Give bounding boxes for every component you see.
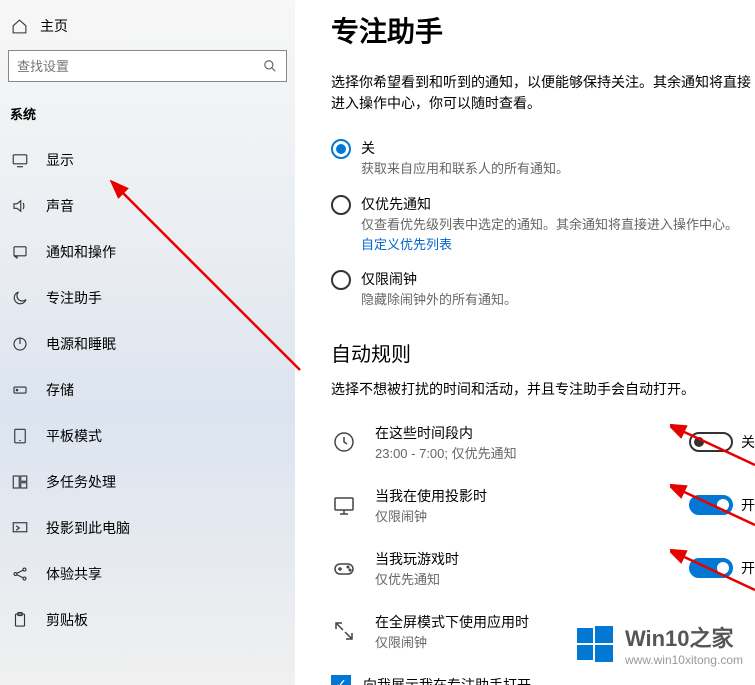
windows-logo-icon [575, 624, 615, 664]
rule-project[interactable]: 当我在使用投影时 仅限闹钟 开 [331, 486, 755, 525]
search-input[interactable] [17, 59, 262, 74]
rules-title: 自动规则 [331, 338, 755, 367]
sidebar-item-share[interactable]: 体验共享 [0, 551, 295, 597]
gamepad-icon [331, 555, 357, 581]
watermark-url: www.win10xitong.com [625, 653, 743, 667]
radio-icon [331, 270, 351, 290]
toggle-label: 开 [741, 558, 755, 578]
power-icon [10, 334, 30, 354]
fullscreen-icon [331, 618, 357, 644]
home-icon [10, 17, 28, 35]
radio-group: 关 获取来自应用和联系人的所有通知。 仅优先通知 仅查看优先级列表中选定的通知。… [331, 138, 755, 310]
sidebar-item-label: 显示 [46, 150, 74, 170]
notification-icon [10, 242, 30, 262]
sidebar-item-focus[interactable]: 专注助手 [0, 275, 295, 321]
sidebar-item-display[interactable]: 显示 [0, 137, 295, 183]
priority-link[interactable]: 自定义优先列表 [361, 234, 755, 253]
project-icon [10, 518, 30, 538]
radio-icon [331, 139, 351, 159]
rule-title: 当我在使用投影时 [375, 486, 671, 506]
sidebar-item-multitask[interactable]: 多任务处理 [0, 459, 295, 505]
radio-alarms[interactable]: 仅限闹钟 隐藏除闹钟外的所有通知。 [331, 269, 755, 309]
sound-icon [10, 196, 30, 216]
monitor-icon [331, 492, 357, 518]
checkbox-row[interactable]: ✓ 向我展示我在专注助手打开 [331, 675, 755, 685]
sidebar-item-label: 存储 [46, 380, 74, 400]
rule-sub: 23:00 - 7:00; 仅优先通知 [375, 443, 671, 462]
clipboard-icon [10, 610, 30, 630]
sidebar-section-title: 系统 [0, 98, 295, 137]
radio-sub: 获取来自应用和联系人的所有通知。 [361, 160, 755, 178]
moon-icon [10, 288, 30, 308]
home-label: 主页 [40, 16, 68, 36]
toggle-label: 关 [741, 432, 755, 452]
rule-time[interactable]: 在这些时间段内 23:00 - 7:00; 仅优先通知 关 [331, 423, 755, 462]
clock-icon [331, 429, 357, 455]
sidebar-item-project[interactable]: 投影到此电脑 [0, 505, 295, 551]
radio-sub: 隐藏除闹钟外的所有通知。 [361, 291, 755, 309]
checkbox-label: 向我展示我在专注助手打开 [363, 675, 531, 685]
radio-title: 仅优先通知 [361, 194, 755, 214]
toggle-time[interactable] [689, 432, 733, 452]
sidebar-item-label: 体验共享 [46, 564, 102, 584]
rules-desc: 选择不想被打扰的时间和活动，并且专注助手会自动打开。 [331, 379, 755, 399]
sidebar-item-sound[interactable]: 声音 [0, 183, 295, 229]
sidebar-item-label: 电源和睡眠 [46, 334, 116, 354]
toggle-project[interactable] [689, 495, 733, 515]
sidebar-item-label: 剪贴板 [46, 610, 88, 630]
radio-icon [331, 195, 351, 215]
sidebar-item-label: 专注助手 [46, 288, 102, 308]
rule-title: 在这些时间段内 [375, 423, 671, 443]
radio-title: 仅限闹钟 [361, 269, 755, 289]
home-row[interactable]: 主页 [0, 8, 295, 44]
sidebar-item-notifications[interactable]: 通知和操作 [0, 229, 295, 275]
multitask-icon [10, 472, 30, 492]
storage-icon [10, 380, 30, 400]
radio-off[interactable]: 关 获取来自应用和联系人的所有通知。 [331, 138, 755, 178]
sidebar-item-label: 平板模式 [46, 426, 102, 446]
radio-priority[interactable]: 仅优先通知 仅查看优先级列表中选定的通知。其余通知将直接进入操作中心。 自定义优… [331, 194, 755, 253]
rule-sub: 仅限闹钟 [375, 506, 671, 525]
sidebar: 主页 系统 显示 声音 通知和操作 专注助手 电源和睡眠 存储 平板模式 多任务 [0, 0, 295, 685]
radio-sub: 仅查看优先级列表中选定的通知。其余通知将直接进入操作中心。 [361, 216, 755, 234]
toggle-game[interactable] [689, 558, 733, 578]
sidebar-item-storage[interactable]: 存储 [0, 367, 295, 413]
page-description: 选择你希望看到和听到的通知，以便能够保持关注。其余通知将直接进入操作中心，你可以… [331, 72, 755, 114]
sidebar-item-label: 通知和操作 [46, 242, 116, 262]
watermark: Win10之家 www.win10xitong.com [575, 621, 743, 667]
watermark-title: Win10之家 [625, 621, 743, 653]
sidebar-item-label: 投影到此电脑 [46, 518, 130, 538]
sidebar-item-power[interactable]: 电源和睡眠 [0, 321, 295, 367]
tablet-icon [10, 426, 30, 446]
sidebar-item-label: 声音 [46, 196, 74, 216]
sidebar-item-tablet[interactable]: 平板模式 [0, 413, 295, 459]
display-icon [10, 150, 30, 170]
rule-game[interactable]: 当我玩游戏时 仅优先通知 开 [331, 549, 755, 588]
main-content: 专注助手 选择你希望看到和听到的通知，以便能够保持关注。其余通知将直接进入操作中… [295, 0, 755, 685]
page-title: 专注助手 [331, 10, 755, 50]
search-box[interactable] [8, 50, 287, 82]
radio-title: 关 [361, 138, 755, 158]
rule-sub: 仅优先通知 [375, 569, 671, 588]
share-icon [10, 564, 30, 584]
search-icon [262, 58, 278, 74]
sidebar-item-label: 多任务处理 [46, 472, 116, 492]
checkbox-icon: ✓ [331, 675, 351, 685]
sidebar-item-clipboard[interactable]: 剪贴板 [0, 597, 295, 643]
toggle-label: 开 [741, 495, 755, 515]
rule-title: 当我玩游戏时 [375, 549, 671, 569]
